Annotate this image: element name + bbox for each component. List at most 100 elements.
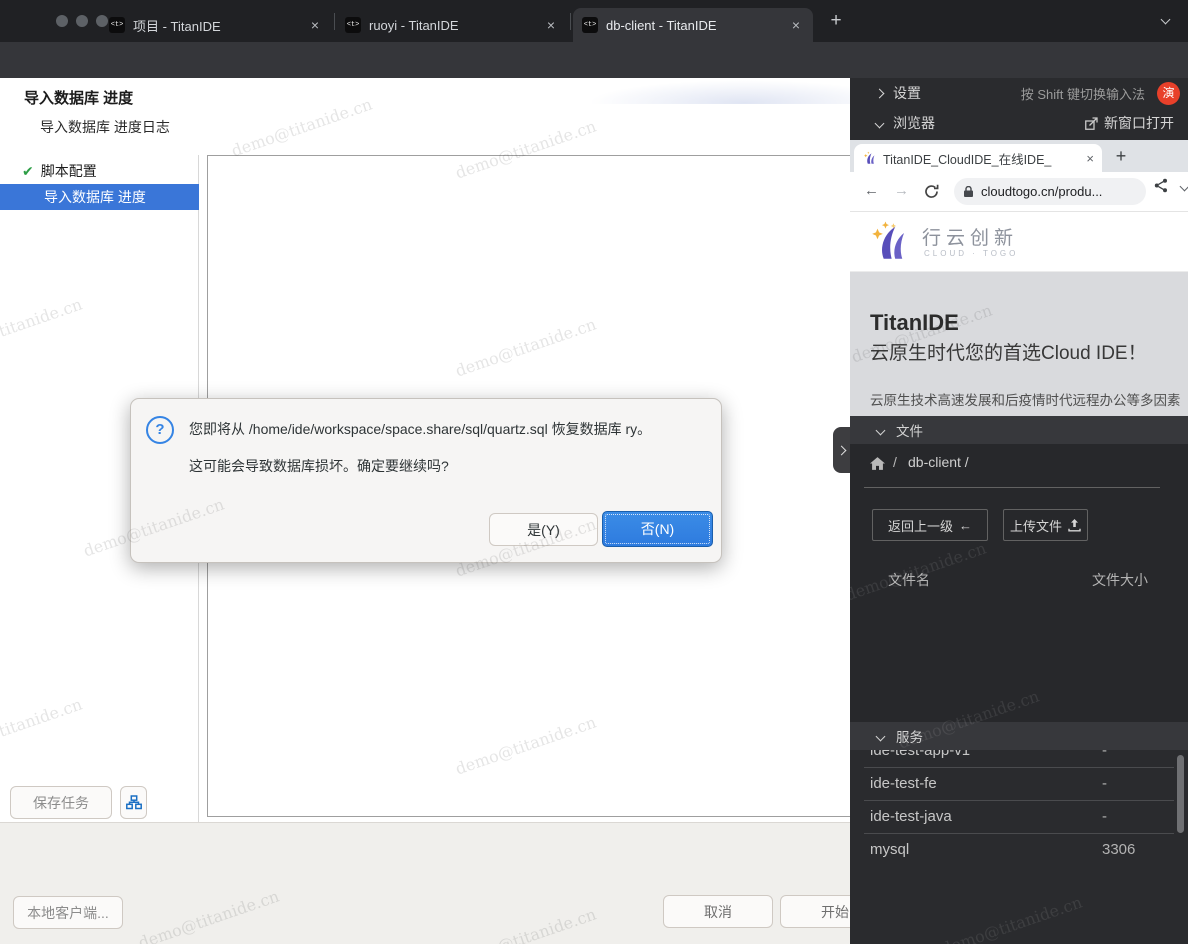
close-icon[interactable]: ×	[1086, 151, 1094, 166]
divider	[864, 487, 1160, 488]
embedded-new-tab-button[interactable]: +	[1108, 143, 1134, 169]
divider	[864, 833, 1174, 834]
demo-badge: 演	[1157, 82, 1180, 105]
service-port: -	[1102, 808, 1107, 825]
open-new-window-label: 新窗口打开	[1104, 113, 1174, 133]
home-icon[interactable]	[870, 457, 885, 470]
settings-label: 设置	[893, 83, 921, 103]
go-up-label: 返回上一级	[888, 516, 953, 535]
cloudtogo-site-header: 行云创新 CLOUD · TOGO	[850, 212, 1188, 272]
cancel-button[interactable]: 取消	[663, 895, 773, 928]
tab-title: db-client - TitanIDE	[606, 18, 780, 33]
tab-divider	[570, 13, 571, 30]
arrow-left-icon: ←	[959, 518, 972, 533]
embedded-url: cloudtogo.cn/produ...	[981, 184, 1102, 199]
files-section-header[interactable]: 文件	[850, 416, 1188, 444]
embedded-address-bar[interactable]: cloudtogo.cn/produ...	[954, 178, 1146, 205]
breadcrumb[interactable]: db-client /	[908, 454, 969, 470]
step-script-config[interactable]: ✔ 脚本配置	[0, 158, 199, 184]
lock-icon	[964, 186, 973, 197]
upload-icon	[1068, 519, 1081, 532]
reload-button[interactable]	[924, 184, 939, 199]
breadcrumb-separator: /	[893, 454, 897, 470]
window-minimize-button[interactable]	[76, 15, 88, 27]
service-port: 3306	[1102, 841, 1135, 858]
confirm-restore-dialog: ? 您即将从 /home/ide/workspace/space.share/s…	[130, 398, 722, 563]
upload-file-button[interactable]: 上传文件	[1003, 509, 1088, 541]
chevron-down-icon	[876, 425, 886, 435]
tab-divider	[334, 13, 335, 30]
save-task-button[interactable]: 保存任务	[10, 786, 112, 819]
titanide-favicon-icon: <t>	[345, 17, 361, 33]
brand-name-cn: 行云创新	[922, 223, 1018, 250]
browser-section-header[interactable]: 浏览器 新窗口打开	[850, 108, 1188, 138]
start-button[interactable]: 开始	[780, 895, 850, 928]
browser-label: 浏览器	[893, 113, 935, 133]
close-icon[interactable]: ×	[788, 17, 804, 33]
forward-button[interactable]: →	[894, 182, 909, 199]
question-icon: ?	[146, 416, 174, 444]
cloudtogo-logo-icon	[862, 151, 877, 165]
back-button[interactable]: ←	[864, 182, 879, 199]
local-client-button[interactable]: 本地客户端...	[13, 896, 123, 929]
tab-title: ruoyi - TitanIDE	[369, 18, 535, 33]
chevron-right-icon	[837, 445, 847, 455]
step-label: 导入数据库 进度	[44, 189, 146, 205]
titanide-favicon-icon: <t>	[582, 17, 598, 33]
open-new-window-button[interactable]: 新窗口打开	[1085, 113, 1182, 133]
watermark: demo@titanide.cn	[939, 893, 1085, 944]
column-header-filesize: 文件大小	[1092, 570, 1148, 590]
step-label: 脚本配置	[41, 163, 97, 179]
service-port: -	[1102, 775, 1107, 792]
check-icon: ✔	[22, 163, 34, 179]
settings-section-header[interactable]: 设置 按 Shift 键切换输入法 演	[850, 78, 1188, 108]
upload-label: 上传文件	[1010, 516, 1062, 535]
tab-ruoyi[interactable]: <t> ruoyi - TitanIDE ×	[336, 8, 568, 42]
service-name[interactable]: ide-test-java	[870, 808, 952, 825]
hero-section: TitanIDE 云原生时代您的首选Cloud IDE！ 云原生技术高速发展和后…	[850, 272, 1188, 416]
files-body: / db-client / 返回上一级 ← 上传文件 文件名 文件大小 demo…	[850, 444, 1188, 722]
hero-subtitle: 云原生时代您的首选Cloud IDE！	[870, 338, 1147, 365]
files-section-label: 文件	[896, 420, 923, 440]
brand-name-en: CLOUD · TOGO	[924, 249, 1018, 258]
embedded-tabstrip: TitanIDE_CloudIDE_在线IDE_ × +	[850, 140, 1188, 172]
step-import-progress[interactable]: 导入数据库 进度	[0, 184, 199, 210]
browser-toolbar: ← → try.titanide.cn/ide/web/coding/db-cl…	[0, 42, 1188, 78]
chevron-down-icon	[875, 118, 885, 128]
ime-hint: 按 Shift 键切换输入法	[1021, 84, 1145, 103]
tab-title: 项目 - TitanIDE	[133, 16, 299, 35]
tab-db-client[interactable]: <t> db-client - TitanIDE ×	[573, 8, 813, 42]
yes-button[interactable]: 是(Y)	[489, 513, 598, 546]
deploy-tree-button[interactable]	[120, 786, 147, 819]
scrollbar-thumb[interactable]	[1177, 755, 1184, 833]
services-section-header[interactable]: 服务	[850, 722, 1188, 750]
embedded-tab-title: TitanIDE_CloudIDE_在线IDE_	[883, 149, 1082, 168]
dialog-message-line2: 这可能会导致数据库损坏。确定要继续吗?	[189, 456, 449, 476]
close-icon[interactable]: ×	[543, 17, 559, 33]
go-up-button[interactable]: 返回上一级 ←	[872, 509, 988, 541]
window-close-button[interactable]	[56, 15, 68, 27]
screen: <t> 项目 - TitanIDE × <t> ruoyi - TitanIDE…	[0, 0, 1188, 944]
dialog-message-line1: 您即将从 /home/ide/workspace/space.share/sql…	[189, 419, 651, 439]
services-section-label: 服务	[896, 726, 923, 746]
share-nodes-icon[interactable]	[1154, 178, 1168, 193]
decorative-swoosh	[520, 78, 850, 104]
embedded-tab[interactable]: TitanIDE_CloudIDE_在线IDE_ ×	[854, 144, 1102, 172]
new-tab-button[interactable]: +	[822, 10, 850, 34]
panel-collapse-handle[interactable]	[833, 427, 850, 473]
ide-side-panel: 设置 按 Shift 键切换输入法 演 浏览器 新窗口打开 TitanIDE_C…	[850, 78, 1188, 944]
hero-title: TitanIDE	[870, 310, 959, 336]
tab-project[interactable]: <t> 项目 - TitanIDE ×	[100, 8, 332, 42]
page-subtitle: 导入数据库 进度日志	[40, 117, 170, 137]
divider	[864, 767, 1174, 768]
cloudtogo-logo-icon	[866, 219, 912, 263]
hero-paragraph: 云原生技术高速发展和后疫情时代远程办公等多因素	[870, 389, 1181, 409]
service-name[interactable]: mysql	[870, 841, 909, 858]
service-name[interactable]: ide-test-fe	[870, 775, 937, 792]
close-icon[interactable]: ×	[307, 17, 323, 33]
browser-tabstrip: <t> 项目 - TitanIDE × <t> ruoyi - TitanIDE…	[0, 0, 1188, 42]
divider	[864, 800, 1174, 801]
no-button[interactable]: 否(N)	[602, 511, 713, 547]
tab-search-chevron-icon[interactable]	[1161, 15, 1171, 25]
chevron-right-icon	[875, 88, 885, 98]
